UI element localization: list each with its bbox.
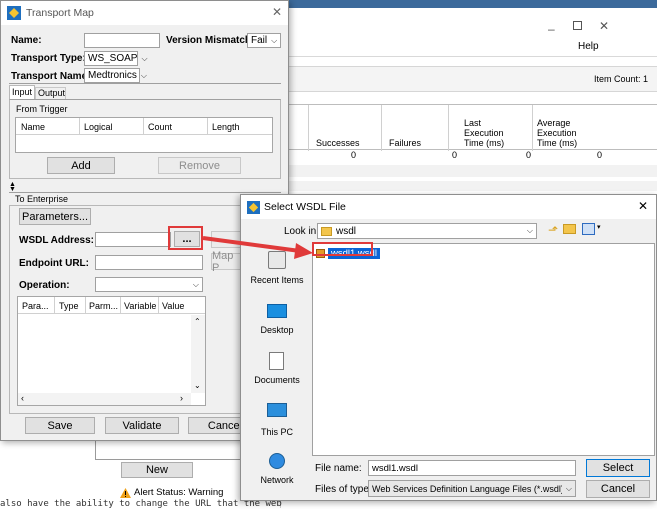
file-highlight-box bbox=[312, 242, 373, 256]
